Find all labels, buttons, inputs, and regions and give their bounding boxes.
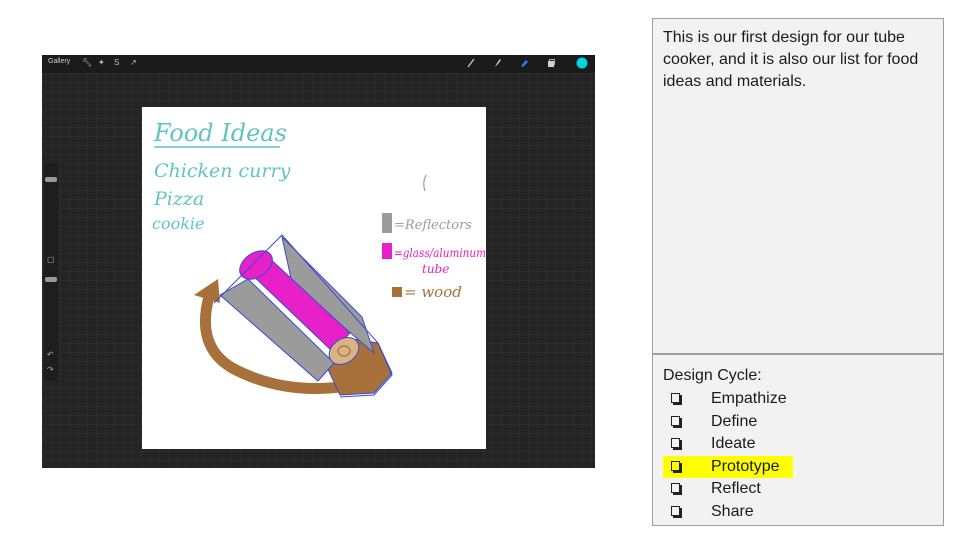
- description-panel: This is our first design for our tube co…: [652, 18, 944, 354]
- opacity-slider[interactable]: [45, 277, 57, 282]
- legend-reflectors: =Reflectors: [394, 218, 472, 233]
- redo-icon[interactable]: ↷: [47, 366, 54, 374]
- checkbox-icon: [671, 505, 680, 516]
- checklist-item-label: Empathize: [711, 390, 787, 407]
- checklist-item-reflect: Reflect: [663, 478, 793, 501]
- eraser-icon[interactable]: [519, 58, 529, 68]
- checklist-item-ideate: Ideate: [663, 433, 793, 456]
- legend-swatch-reflectors: [382, 213, 392, 233]
- modify-button[interactable]: ▢: [47, 256, 55, 264]
- smudge-icon[interactable]: [492, 58, 502, 68]
- app-toolbar: Gallery 🔧︎ ✦ S ↗: [42, 55, 595, 73]
- color-swatch-icon[interactable]: [576, 57, 588, 69]
- transform-arrow-icon[interactable]: ↗: [130, 58, 137, 68]
- checklist-item-label: Share: [711, 502, 754, 520]
- checklist-item-prototype: Prototype: [663, 455, 793, 478]
- checklist-item-label: Ideate: [711, 435, 756, 452]
- description-text: This is our first design for our tube co…: [663, 29, 919, 90]
- gallery-button[interactable]: Gallery: [48, 58, 70, 65]
- selection-icon[interactable]: S: [114, 58, 119, 68]
- brush-size-slider[interactable]: [45, 177, 57, 182]
- side-toolbar: ▢ ↶ ↷: [44, 163, 58, 381]
- procreate-screenshot: Gallery 🔧︎ ✦ S ↗ ▢ ↶ ↷ Food Ideas Chicke…: [42, 55, 595, 468]
- checklist-item-share: Share: [663, 501, 793, 524]
- checkbox-icon: [671, 415, 680, 426]
- checkbox-icon: [671, 393, 680, 403]
- food-item-1: Chicken curry: [154, 160, 291, 182]
- checkbox-icon: [671, 460, 680, 471]
- design-cycle-title: Design Cycle:: [663, 367, 762, 384]
- design-cycle-panel: Design Cycle: Empathize Define Ideate Pr…: [652, 354, 944, 526]
- legend-tube: =glass/aluminum: [394, 246, 486, 260]
- checkbox-icon: [671, 438, 680, 448]
- checklist-item-label: Define: [711, 412, 758, 430]
- brush-icon[interactable]: [466, 58, 476, 68]
- checkbox-icon: [671, 483, 680, 493]
- legend-swatch-tube: [382, 243, 392, 259]
- checklist-item-label: Prototype: [711, 457, 780, 475]
- checklist-item-label: Reflect: [711, 480, 761, 497]
- layers-icon[interactable]: [546, 58, 556, 68]
- magic-wand-icon[interactable]: ✦: [98, 58, 105, 68]
- undo-icon[interactable]: ↶: [47, 351, 54, 359]
- checklist-item-define: Define: [663, 411, 793, 434]
- tube-cooker-sketch: Food Ideas Chicken curry Pizza cookie =R…: [152, 119, 486, 398]
- legend-wood: = wood: [404, 283, 462, 301]
- legend-tube-line2: tube: [422, 262, 449, 276]
- checklist-item-empathize: Empathize: [663, 388, 793, 411]
- legend-swatch-wood: [392, 287, 402, 297]
- sketch-title: Food Ideas: [153, 119, 287, 147]
- drawing-canvas[interactable]: Food Ideas Chicken curry Pizza cookie =R…: [142, 107, 486, 449]
- wrench-icon[interactable]: 🔧︎: [82, 58, 92, 68]
- food-item-2: Pizza: [153, 188, 204, 210]
- food-item-3: cookie: [152, 214, 205, 233]
